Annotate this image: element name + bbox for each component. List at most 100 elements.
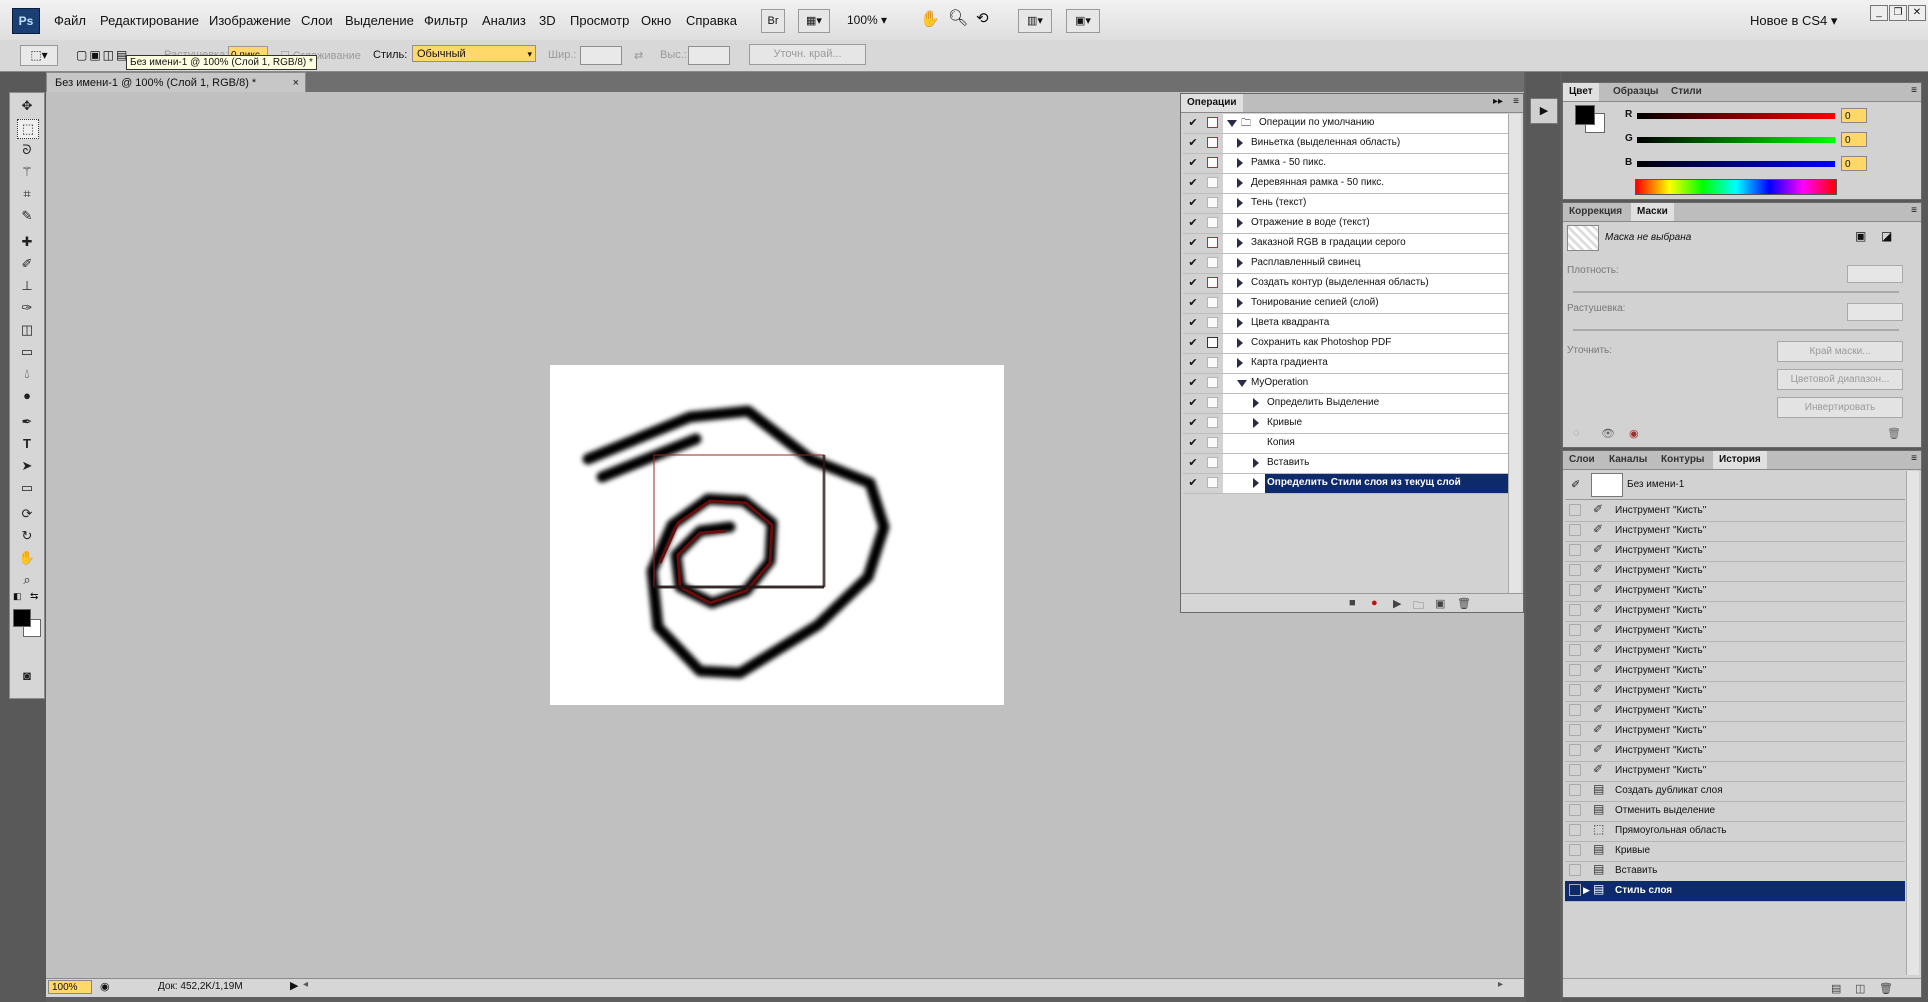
brush-tool-icon[interactable]: ✐ [17,255,37,273]
history-source-box[interactable] [1569,564,1581,576]
eyedropper-icon[interactable]: ✎ [17,207,37,225]
channel-r-slider[interactable] [1637,113,1835,119]
history-source-box[interactable] [1569,884,1581,896]
history-source-box[interactable] [1569,604,1581,616]
channel-b-slider[interactable] [1637,161,1835,167]
move-tool-icon[interactable]: ✥ [17,97,37,115]
close-tab-icon[interactable]: × [293,73,299,93]
check-icon[interactable]: ✔ [1187,237,1199,249]
default-colors-icon[interactable]: ◧ [13,591,22,602]
blur-tool-icon[interactable]: 💧︎ [17,365,37,383]
play-icon[interactable]: ▶ [1393,597,1401,610]
hscroll-left-icon[interactable]: ◂ [303,979,308,990]
collapsed-triangle-icon[interactable] [1237,218,1243,228]
history-item[interactable]: ✐ Инструмент "Кисть" [1565,681,1905,702]
action-row[interactable]: ✔ Отражение в воде (текст) [1183,214,1509,234]
action-row[interactable]: ✔ Кривые [1183,414,1509,434]
menu-edit[interactable]: Редактирование [100,13,199,28]
foreground-color-swatch[interactable] [13,609,31,627]
gradient-tool-icon[interactable]: ▭ [17,343,37,361]
history-source-box[interactable] [1569,644,1581,656]
action-row[interactable]: ✔ 🗀︎ Операции по умолчанию [1183,114,1509,134]
dialog-toggle-icon[interactable] [1207,257,1218,268]
crop-tool-icon[interactable]: ⌗ [17,185,37,203]
check-icon[interactable]: ✔ [1187,137,1199,149]
history-item[interactable]: ▤ Вставить [1565,861,1905,882]
action-row[interactable]: ✔ MyOperation [1183,374,1509,394]
action-row[interactable]: ✔ Определить Стили слоя из текущ слой [1183,474,1509,494]
history-source-box[interactable] [1569,624,1581,636]
collapsed-triangle-icon[interactable] [1237,178,1243,188]
check-icon[interactable]: ✔ [1187,417,1199,429]
menu-help[interactable]: Справка [686,13,737,28]
dialog-toggle-icon[interactable] [1207,137,1218,148]
hand-tool-icon[interactable]: ✋ [17,549,37,567]
tab-color[interactable]: Цвет [1563,83,1599,101]
history-item[interactable]: ▤ Создать дубликат слоя [1565,781,1905,802]
record-icon[interactable]: ● [1371,597,1378,609]
dialog-toggle-icon[interactable] [1207,357,1218,368]
menu-layers[interactable]: Слои [301,13,333,28]
check-icon[interactable]: ✔ [1187,377,1199,389]
trash-icon[interactable]: 🗑︎ [1457,597,1471,610]
tab-history[interactable]: История [1713,451,1767,469]
action-row[interactable]: ✔ Создать контур (выделенная область) [1183,274,1509,294]
action-row[interactable]: ✔ Определить Выделение [1183,394,1509,414]
expanded-triangle-icon[interactable] [1227,120,1237,127]
check-icon[interactable]: ✔ [1187,297,1199,309]
action-row[interactable]: ✔ Расплавленный свинец [1183,254,1509,274]
trash-icon[interactable]: 🗑︎ [1887,427,1901,440]
check-icon[interactable]: ✔ [1187,317,1199,329]
state-slider-icon[interactable]: ▶ [1583,885,1590,896]
color-spectrum[interactable] [1635,179,1837,195]
history-source-box[interactable] [1569,544,1581,556]
actions-dock-icon[interactable]: ▶ [1530,98,1558,124]
history-item[interactable]: ✐ Инструмент "Кисть" [1565,661,1905,682]
menu-analysis[interactable]: Анализ [482,13,526,28]
dialog-toggle-icon[interactable] [1207,337,1218,348]
type-tool-icon[interactable]: T [17,435,37,453]
history-item[interactable]: ✐ Инструмент "Кисть" [1565,521,1905,542]
panel-menu-icon[interactable]: ≡ [1911,205,1917,216]
quick-mask-icon[interactable]: ◙ [17,667,37,685]
tab-styles[interactable]: Стили [1665,83,1708,101]
invert-button[interactable]: Инвертировать [1777,397,1903,418]
history-item[interactable]: ✐ Инструмент "Кисть" [1565,581,1905,602]
collapsed-triangle-icon[interactable] [1253,478,1259,488]
expanded-triangle-icon[interactable] [1237,380,1247,387]
action-row[interactable]: ✔ Вставить [1183,454,1509,474]
snapshot-icon[interactable]: ◫ [1855,982,1865,995]
pixel-mask-icon[interactable]: ▣ [1855,229,1866,243]
history-item[interactable]: ✐ Инструмент "Кисть" [1565,541,1905,562]
dialog-toggle-icon[interactable] [1207,377,1218,388]
tool-preset-picker[interactable]: ⬚▾ [20,45,58,66]
history-item[interactable]: ✐ Инструмент "Кисть" [1565,501,1905,522]
trash-icon[interactable]: 🗑︎ [1879,982,1893,995]
history-item[interactable]: ✐ Инструмент "Кисть" [1565,561,1905,582]
tab-channels[interactable]: Каналы [1603,451,1653,469]
screen-mode-button[interactable]: ▣▾ [1066,9,1100,33]
history-item[interactable]: ▤ Кривые [1565,841,1905,862]
channel-b-value[interactable]: 0 [1841,156,1867,171]
action-row[interactable]: ✔ Цвета квадранта [1183,314,1509,334]
close-icon[interactable]: ✕ [1908,5,1926,21]
bridge-button[interactable]: Br [761,9,785,33]
collapsed-triangle-icon[interactable] [1253,398,1259,408]
new-action-icon[interactable]: ▣ [1435,597,1445,610]
channel-r-value[interactable]: 0 [1841,108,1867,123]
menu-filter[interactable]: Фильтр [424,13,468,28]
history-source-box[interactable] [1569,764,1581,776]
panel-menu-icon[interactable]: ≡ [1911,453,1917,464]
history-source-box[interactable] [1569,704,1581,716]
action-row[interactable]: ✔ Рамка - 50 пикс. [1183,154,1509,174]
rotate-view-icon[interactable]: ⟲ [976,9,989,27]
width-input[interactable] [580,46,622,65]
zoom-dropdown[interactable]: 100% ▾ [847,13,887,27]
collapsed-triangle-icon[interactable] [1237,158,1243,168]
check-icon[interactable]: ✔ [1187,457,1199,469]
history-source-box[interactable] [1569,724,1581,736]
view-extras-button[interactable]: ▦▾ [798,9,830,33]
dialog-toggle-icon[interactable] [1207,437,1218,448]
check-icon[interactable]: ✔ [1187,397,1199,409]
panel-menu-icon[interactable]: ≡ [1911,85,1917,96]
